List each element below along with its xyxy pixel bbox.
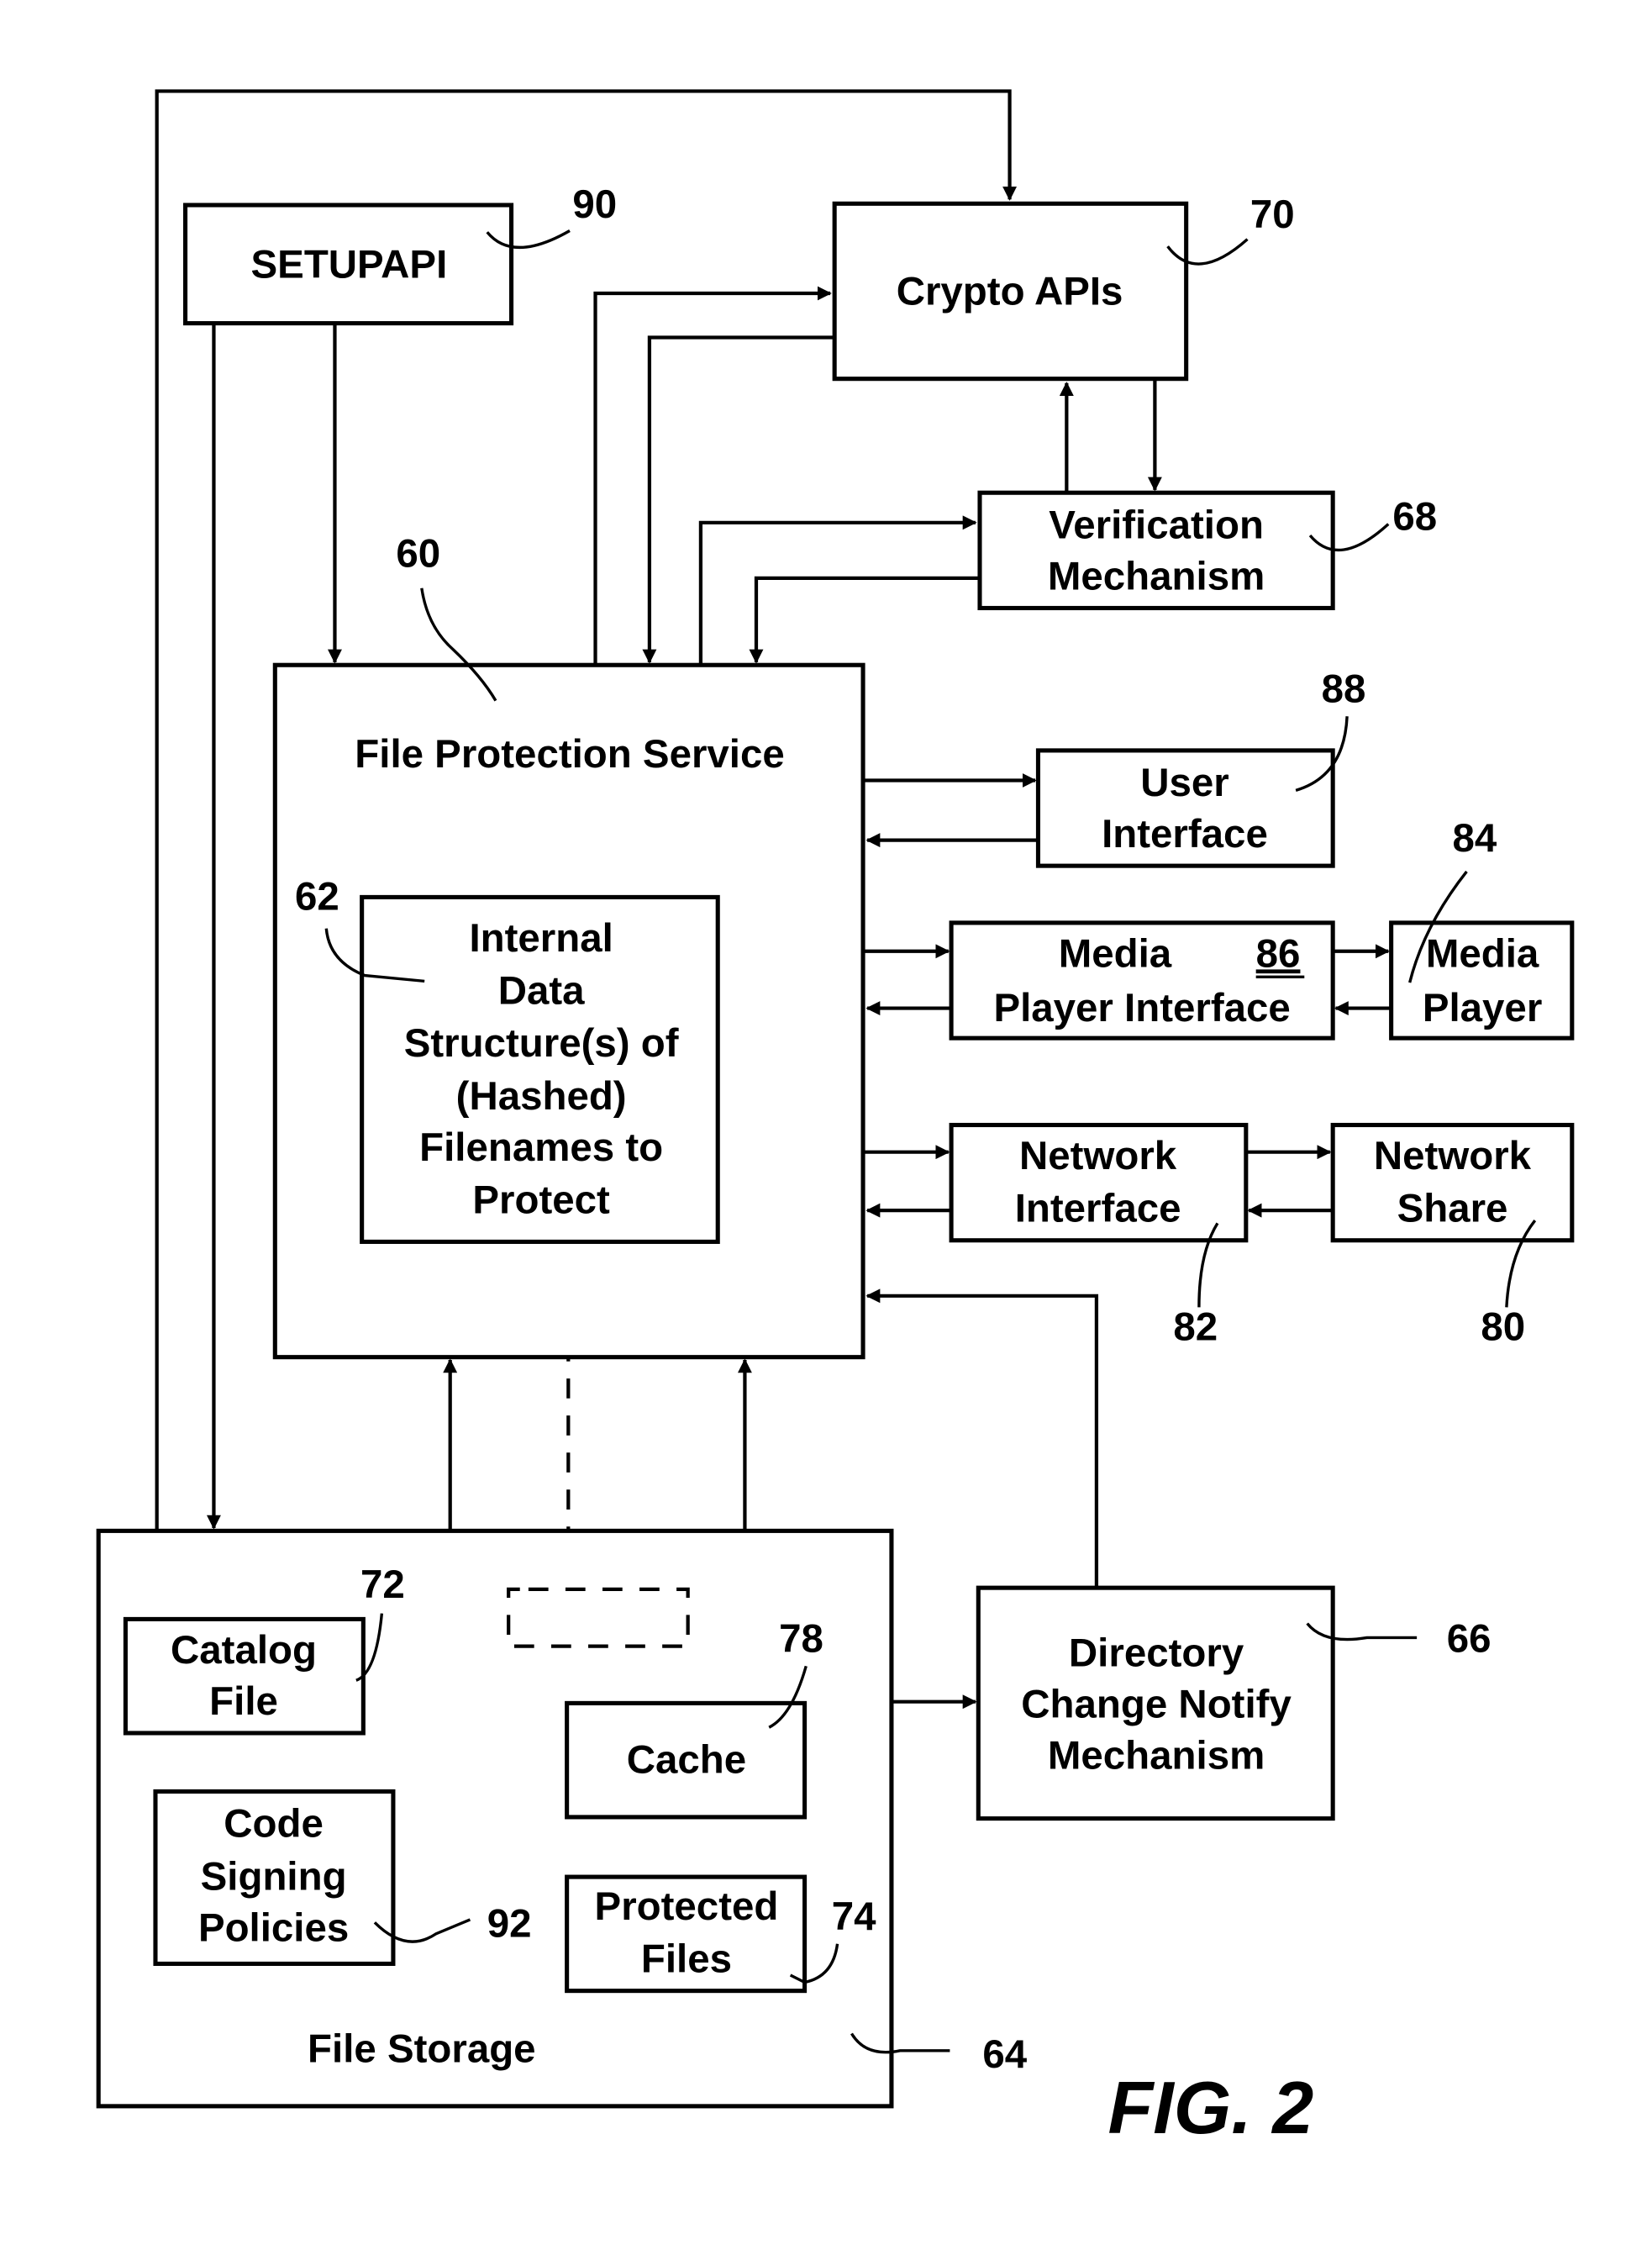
internal-label-line1: Internal [469,916,613,961]
crypto-apis-block: Crypto APIs [832,201,1189,382]
ni-label-line1: Network [1019,1134,1177,1178]
ref-84: 84 [1452,816,1497,861]
internal-label-line2: Data [498,968,585,1013]
figure-label: FIG. 2 [1107,2066,1313,2149]
code-signing-policies-block: Code Signing Policies [153,1789,396,1966]
protected-label-line1: Protected [595,1884,779,1929]
fig2-diagram: SETUPAPI Crypto APIs Verification Mechan… [96,89,1575,2149]
ref-72: 72 [360,1562,405,1607]
internal-label-line5: Filenames to [419,1125,663,1170]
ref-68: 68 [1392,494,1437,539]
user-interface-block: User Interface [1035,748,1335,868]
internal-label-line4: (Hashed) [456,1074,627,1119]
internal-data-structure-block: Internal Data Structure(s) of (Hashed) F… [360,894,720,1244]
dcn-label-line1: Directory [1069,1631,1244,1675]
catalog-file-block: Catalog File [123,1616,366,1736]
media-player-block: Media Player [1389,920,1575,1041]
fps-to-crypto-arrow [593,286,832,664]
ui-label-line2: Interface [1102,812,1268,856]
verification-block: Verification Mechanism [977,490,1335,611]
crypto-apis-label: Crypto APIs [897,270,1123,314]
mp-label-line1: Media [1426,931,1539,976]
ref-86: 86 [1256,931,1301,976]
internal-label-line3: Structure(s) of [404,1021,679,1066]
catalog-label-line2: File [209,1679,278,1724]
network-share-block: Network Share [1330,1122,1575,1243]
fps-to-verification-arrow [698,515,977,664]
ui-label-line1: User [1140,761,1228,805]
internal-label-line6: Protect [472,1178,610,1223]
codesign-label-line3: Policies [198,1905,349,1950]
mpi-label-line1: Media [1059,931,1172,976]
ref-82: 82 [1173,1304,1218,1349]
ref-80: 80 [1481,1304,1525,1349]
ref-66: 66 [1447,1616,1492,1661]
cache-block: Cache [565,1700,808,1820]
crypto-to-fps-arrow [642,335,834,664]
ref-60: 60 [396,531,440,576]
media-player-interface-block: Media Player Interface 86 [949,920,1335,1041]
ref-92: 92 [487,1901,532,1946]
verification-label-line2: Mechanism [1048,554,1265,598]
codesign-label-line1: Code [224,1802,324,1847]
catalog-label-line1: Catalog [171,1628,317,1673]
ref-62: 62 [295,875,339,919]
verification-label-line1: Verification [1049,503,1264,547]
dcn-label-line2: Change Notify [1021,1682,1292,1726]
mp-label-line2: Player [1423,986,1542,1030]
ni-label-line2: Interface [1015,1187,1181,1231]
protected-label-line2: Files [641,1937,732,1982]
ref-64: 64 [982,2032,1027,2077]
fps-label: File Protection Service [355,732,784,777]
codesign-label-line2: Signing [201,1854,347,1899]
verification-to-fps-arrow [749,576,979,664]
ref-74: 74 [832,1894,876,1939]
ref-78: 78 [779,1616,823,1661]
ref-70: 70 [1250,192,1295,237]
network-interface-block: Network Interface [949,1122,1249,1243]
file-storage-label: File Storage [308,2026,536,2071]
protected-files-block: Protected Files [565,1874,808,1994]
mpi-label-line2: Player Interface [993,986,1290,1030]
ns-label-line1: Network [1374,1134,1532,1178]
directory-change-notify-block: Directory Change Notify Mechanism [976,1585,1335,1821]
setupapi-block: SETUPAPI [183,203,514,326]
ref-90: 90 [572,182,617,227]
cache-label: Cache [627,1737,746,1782]
dcn-label-line3: Mechanism [1048,1733,1265,1778]
ns-label-line2: Share [1397,1187,1508,1231]
dcn-to-fps-arrow [865,1288,1099,1587]
setupapi-label: SETUPAPI [251,242,448,287]
ref-88: 88 [1322,667,1366,711]
